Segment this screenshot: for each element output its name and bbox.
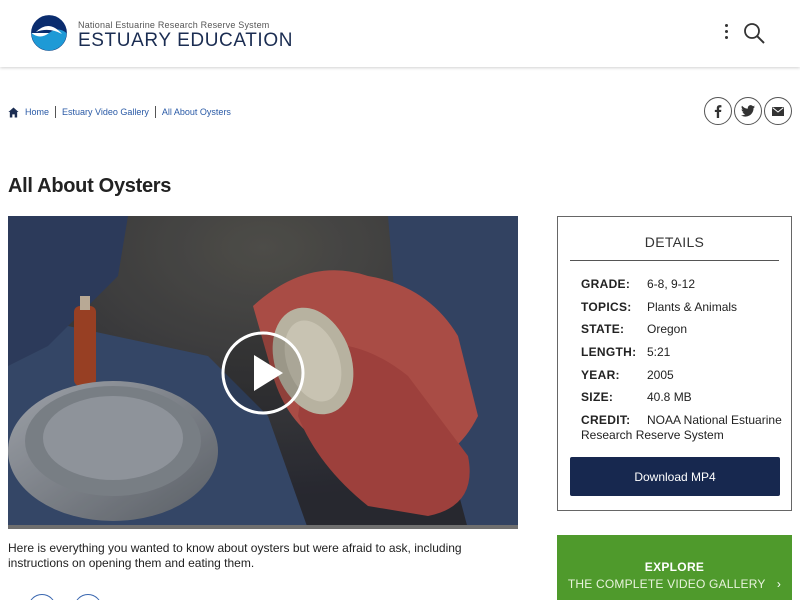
kebab-menu-icon[interactable] xyxy=(719,22,733,46)
twitter-share-button[interactable] xyxy=(734,97,762,125)
details-panel: DETAILS GRADE: 6-8, 9-12 TOPICS: Plants … xyxy=(557,216,792,511)
facebook-share-button[interactable] xyxy=(704,97,732,125)
detail-key: CREDIT: xyxy=(581,413,631,427)
detail-key: TOPICS: xyxy=(581,300,632,314)
noaa-logo[interactable] xyxy=(31,15,67,51)
detail-row-grade: GRADE: 6-8, 9-12 xyxy=(581,277,786,292)
page-title: All About Oysters xyxy=(8,175,172,197)
video-description: Here is everything you wanted to know ab… xyxy=(8,541,462,570)
details-heading: DETAILS xyxy=(570,234,779,261)
detail-row-topics: TOPICS: Plants & Animals xyxy=(581,300,786,315)
breadcrumb: Home Estuary Video Gallery All About Oys… xyxy=(8,104,231,120)
home-icon[interactable] xyxy=(8,106,19,118)
site-header: National Estuarine Research Reserve Syst… xyxy=(0,0,800,67)
breadcrumb-current[interactable]: All About Oysters xyxy=(162,107,231,117)
facebook-icon xyxy=(714,104,722,118)
search-icon[interactable] xyxy=(742,21,766,45)
detail-key: YEAR: xyxy=(581,368,620,382)
play-button-icon[interactable] xyxy=(221,331,305,415)
breadcrumb-separator xyxy=(154,106,156,118)
agency-name: National Estuarine Research Reserve Syst… xyxy=(78,20,270,30)
breadcrumb-separator xyxy=(55,106,57,118)
explore-subtitle: THE COMPLETE VIDEO GALLERY › xyxy=(557,577,792,591)
detail-row-credit: CREDIT: NOAA National Estuarine Research… xyxy=(581,413,786,443)
chevron-right-icon: › xyxy=(776,577,782,591)
detail-key: GRADE: xyxy=(581,277,631,291)
email-share-button[interactable] xyxy=(764,97,792,125)
email-icon xyxy=(772,106,784,116)
video-player[interactable] xyxy=(8,216,518,529)
download-mp4-button[interactable]: Download MP4 xyxy=(570,457,780,496)
detail-key: STATE: xyxy=(581,322,625,336)
site-title[interactable]: ESTUARY EDUCATION xyxy=(78,30,293,52)
related-circle-item[interactable] xyxy=(28,594,56,600)
breadcrumb-video-gallery[interactable]: Estuary Video Gallery xyxy=(62,107,149,117)
detail-row-length: LENGTH: 5:21 xyxy=(581,345,786,360)
video-progress-bar[interactable] xyxy=(8,525,518,529)
breadcrumb-home[interactable]: Home xyxy=(25,107,49,117)
detail-key: SIZE: xyxy=(581,390,614,404)
detail-key: LENGTH: xyxy=(581,345,637,359)
detail-row-year: YEAR: 2005 xyxy=(581,368,786,383)
explore-subtitle-text: THE COMPLETE VIDEO GALLERY xyxy=(567,577,766,591)
detail-row-size: SIZE: 40.8 MB xyxy=(581,390,786,405)
twitter-icon xyxy=(741,105,755,117)
related-circle-item[interactable] xyxy=(74,594,102,600)
detail-row-state: STATE: Oregon xyxy=(581,322,786,337)
explore-gallery-link[interactable]: EXPLORE THE COMPLETE VIDEO GALLERY › xyxy=(557,535,792,600)
explore-title: EXPLORE xyxy=(644,560,705,574)
